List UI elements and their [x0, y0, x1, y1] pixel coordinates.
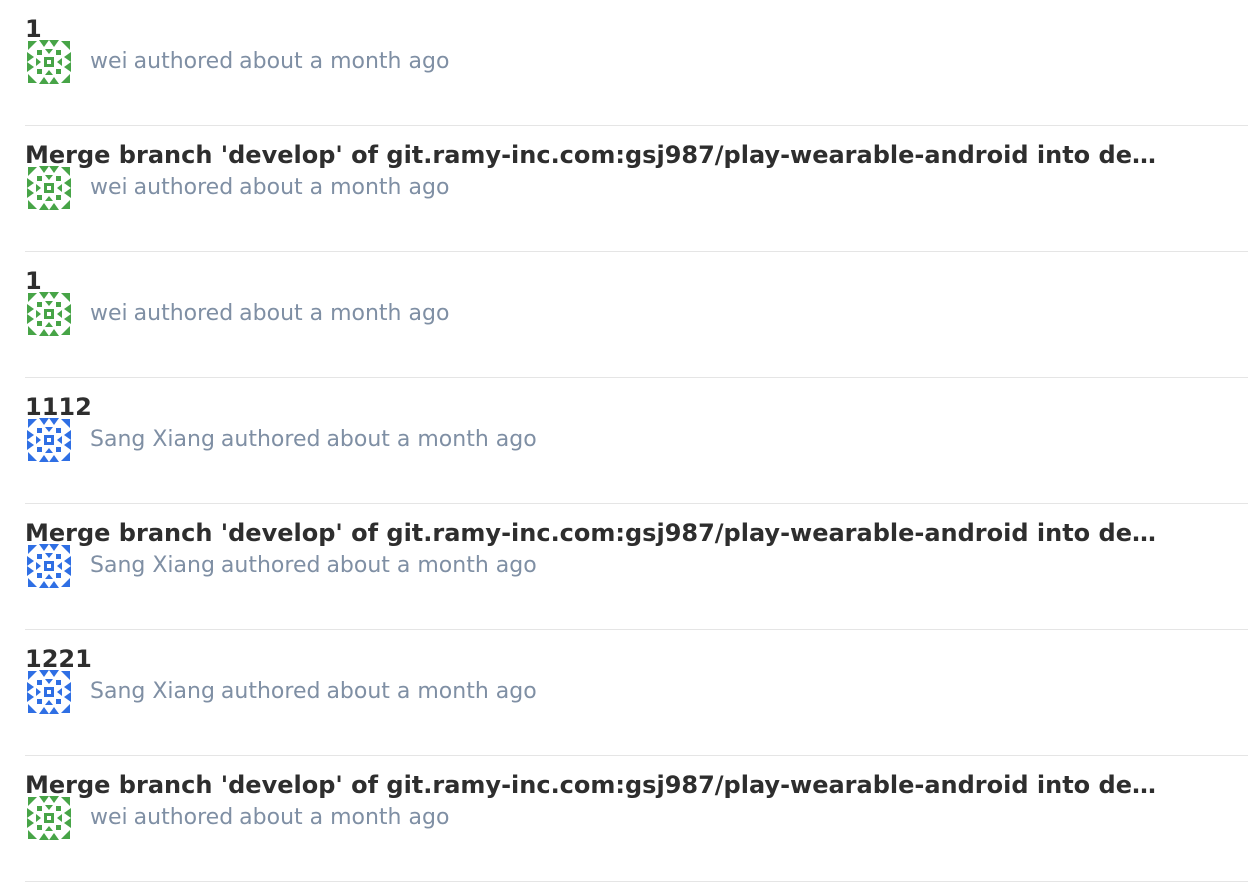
author-line: Sang Xiang authored about a month ago — [90, 425, 537, 455]
commit-row[interactable]: Merge branch 'develop' of git.ramy-inc.c… — [25, 756, 1248, 882]
authored-label: authored — [133, 301, 234, 326]
identicon-avatar[interactable] — [25, 542, 73, 590]
identicon-avatar[interactable] — [25, 38, 73, 86]
commit-list: 1 wei authored about a month ago Merge bra… — [0, 0, 1248, 882]
commit-time: about a month ago — [239, 49, 450, 74]
author-line: wei authored about a month ago — [90, 173, 449, 203]
commit-meta: Sang Xiang authored about a month ago — [25, 668, 537, 716]
authored-label: authored — [133, 805, 234, 830]
identicon-avatar[interactable] — [25, 416, 73, 464]
identicon-avatar[interactable] — [25, 794, 73, 842]
author-line: Sang Xiang authored about a month ago — [90, 551, 537, 581]
commit-row[interactable]: Merge branch 'develop' of git.ramy-inc.c… — [25, 126, 1248, 252]
commit-row[interactable]: Merge branch 'develop' of git.ramy-inc.c… — [25, 504, 1248, 630]
author-name[interactable]: wei — [90, 301, 128, 326]
commit-time: about a month ago — [326, 679, 537, 704]
commit-time: about a month ago — [239, 805, 450, 830]
commit-meta: wei authored about a month ago — [25, 164, 449, 212]
identicon-avatar[interactable] — [25, 290, 73, 338]
author-name[interactable]: Sang Xiang — [90, 679, 215, 704]
author-line: wei authored about a month ago — [90, 47, 449, 77]
author-line: Sang Xiang authored about a month ago — [90, 677, 537, 707]
identicon-avatar[interactable] — [25, 164, 73, 212]
author-line: wei authored about a month ago — [90, 299, 449, 329]
authored-label: authored — [220, 427, 321, 452]
author-name[interactable]: wei — [90, 49, 128, 74]
authored-label: authored — [133, 175, 234, 200]
commit-time: about a month ago — [239, 301, 450, 326]
author-name[interactable]: Sang Xiang — [90, 427, 215, 452]
authored-label: authored — [220, 679, 321, 704]
author-name[interactable]: wei — [90, 805, 128, 830]
commit-time: about a month ago — [326, 553, 537, 578]
authored-label: authored — [220, 553, 321, 578]
commit-meta: wei authored about a month ago — [25, 290, 449, 338]
commit-row[interactable]: 1112 Sang Xiang authored about a month ago — [25, 378, 1248, 504]
commit-row[interactable]: 1 wei authored about a month ago — [25, 0, 1248, 126]
commit-meta: wei authored about a month ago — [25, 794, 449, 842]
authored-label: authored — [133, 49, 234, 74]
identicon-avatar[interactable] — [25, 668, 73, 716]
commit-row[interactable]: 1221 Sang Xiang authored about a month ago — [25, 630, 1248, 756]
commit-meta: Sang Xiang authored about a month ago — [25, 542, 537, 590]
commit-time: about a month ago — [326, 427, 537, 452]
author-name[interactable]: Sang Xiang — [90, 553, 215, 578]
commit-time: about a month ago — [239, 175, 450, 200]
commit-meta: Sang Xiang authored about a month ago — [25, 416, 537, 464]
commit-meta: wei authored about a month ago — [25, 38, 449, 86]
author-name[interactable]: wei — [90, 175, 128, 200]
author-line: wei authored about a month ago — [90, 803, 449, 833]
commit-row[interactable]: 1 wei authored about a month ago — [25, 252, 1248, 378]
